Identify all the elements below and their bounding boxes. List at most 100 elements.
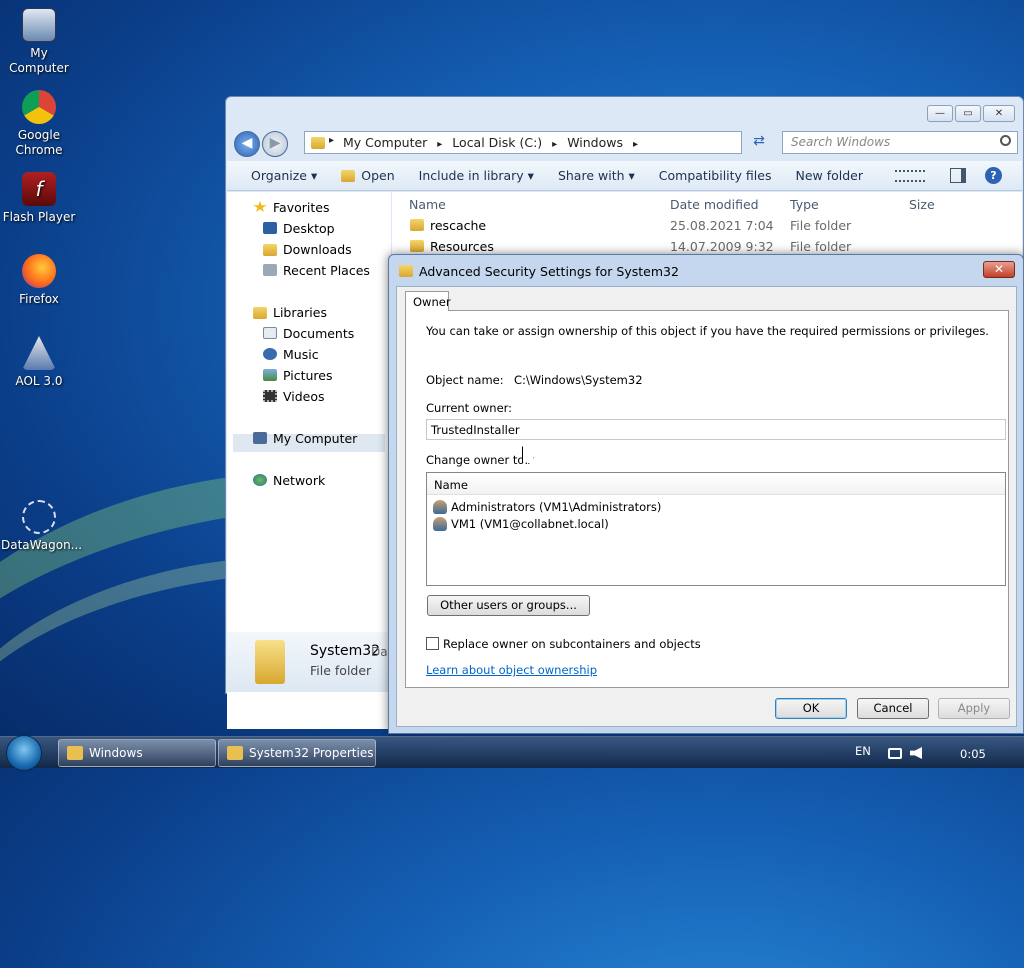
current-owner-value: TrustedInstaller (431, 423, 520, 437)
cancel-button[interactable]: Cancel (857, 698, 929, 719)
open-button[interactable]: Open (329, 168, 406, 183)
column-header-date[interactable]: Date modified (670, 197, 759, 212)
address-bar[interactable]: ▸ My Computer ▸ Local Disk (C:) ▸ Window… (304, 131, 742, 154)
group-icon (433, 500, 447, 514)
desktop-icon-aol[interactable]: AOL 3.0 (1, 336, 77, 389)
nav-label: Music (283, 347, 319, 362)
recent-places-icon (263, 264, 277, 276)
details-type: File folder (310, 663, 372, 678)
learn-ownership-link[interactable]: Learn about object ownership (426, 663, 597, 677)
refresh-button[interactable]: ⇄ (746, 133, 772, 153)
organize-button[interactable]: Organize ▾ (227, 168, 329, 183)
address-sep-icon: ▸ (632, 139, 639, 150)
change-owner-label: Change owner to: (426, 453, 529, 467)
computer-icon (22, 8, 56, 42)
desktop-icon (263, 222, 277, 234)
desktop-icon-label: AOL 3.0 (15, 374, 63, 388)
nav-recent-places[interactable]: Recent Places (263, 263, 370, 278)
nav-pictures[interactable]: Pictures (263, 368, 333, 383)
column-header-size[interactable]: Size (909, 197, 935, 212)
desktop-icon-label: Firefox (19, 292, 59, 306)
search-icon (1000, 135, 1011, 146)
view-options-icon[interactable] (895, 170, 925, 182)
nav-network[interactable]: Network (253, 473, 325, 488)
close-button[interactable]: ✕ (983, 105, 1015, 122)
other-users-button[interactable]: Other users or groups... (427, 595, 590, 616)
nav-label: Desktop (283, 221, 335, 236)
minimize-button[interactable]: — (927, 105, 953, 122)
breadcrumb-local-disk[interactable]: Local Disk (C:) (452, 135, 542, 150)
list-item-vm1[interactable]: VM1 (VM1@collabnet.local) (433, 517, 609, 531)
details-name: System32 (310, 643, 381, 659)
breadcrumb-windows[interactable]: Windows (567, 135, 623, 150)
current-owner-field: TrustedInstaller (426, 419, 1006, 440)
list-header-name[interactable]: Name (427, 473, 1005, 495)
nav-videos[interactable]: Videos (263, 389, 325, 404)
language-indicator[interactable]: EN (855, 744, 871, 758)
nav-downloads[interactable]: Downloads (263, 242, 352, 257)
aol-shortcut-icon (22, 336, 56, 370)
network-tray-icon[interactable] (888, 748, 902, 759)
desktop-icon-google-chrome[interactable]: Google Chrome (1, 90, 77, 158)
desktop-icon-label: My Computer (9, 46, 69, 75)
current-owner-label: Current owner: (426, 401, 513, 415)
share-with-button[interactable]: Share with ▾ (546, 168, 647, 183)
file-type: File folder (790, 218, 852, 233)
nav-documents[interactable]: Documents (263, 326, 354, 341)
preview-pane-icon[interactable] (950, 168, 966, 183)
search-input[interactable]: Search Windows (782, 131, 1018, 154)
desktop-icon-flash-player[interactable]: f Flash Player (1, 172, 77, 225)
desktop-icon-firefox[interactable]: Firefox (1, 254, 77, 307)
file-name: rescache (430, 218, 487, 233)
taskbar-item-system32-properties[interactable]: System32 Properties (218, 739, 376, 767)
nav-label: Libraries (273, 305, 327, 320)
apply-button[interactable]: Apply (938, 698, 1010, 719)
volume-tray-icon[interactable] (910, 747, 922, 759)
videos-icon (263, 390, 277, 402)
caption-buttons: — ▭ ✕ (927, 105, 1015, 122)
clock[interactable]: 0:05 (960, 747, 986, 761)
nav-label: Videos (283, 389, 325, 404)
file-row[interactable]: rescache 25.08.2021 7:04 File folder (410, 218, 990, 236)
desktop-icon-datawagon[interactable]: DataWagon... (1, 500, 82, 553)
address-sep-icon: ▸ (329, 135, 335, 146)
forward-button[interactable]: ▶ (262, 131, 288, 157)
nav-label: Documents (283, 326, 355, 341)
nav-my-computer[interactable]: My Computer (253, 431, 357, 446)
folder-icon (227, 746, 243, 760)
file-type: File folder (790, 239, 852, 254)
replace-owner-label: Replace owner on subcontainers and objec… (443, 637, 701, 651)
command-bar: Organize ▾ Open Include in library ▾ Sha… (227, 161, 1022, 191)
start-button[interactable] (6, 735, 42, 771)
replace-owner-checkbox[interactable] (426, 637, 439, 650)
pictures-icon (263, 369, 277, 381)
help-icon[interactable]: ? (985, 167, 1002, 184)
nav-libraries[interactable]: Libraries (253, 305, 327, 320)
nav-label: Network (273, 473, 326, 488)
folder-icon (311, 137, 325, 149)
dialog-close-button[interactable]: ✕ (983, 261, 1015, 278)
breadcrumb-my-computer[interactable]: My Computer (343, 135, 427, 150)
column-header-type[interactable]: Type (790, 197, 819, 212)
dialog-title: Advanced Security Settings for System32 (419, 264, 679, 279)
compatibility-files-button[interactable]: Compatibility files (647, 168, 784, 183)
dialog-body: You can take or assign ownership of this… (396, 286, 1017, 727)
desktop-icon-my-computer[interactable]: My Computer (1, 8, 77, 76)
list-item-administrators[interactable]: Administrators (VM1\Administrators) (433, 500, 661, 514)
ok-button[interactable]: OK (775, 698, 847, 719)
taskbar-item-windows[interactable]: Windows (58, 739, 216, 767)
nav-desktop[interactable]: Desktop (263, 221, 335, 236)
nav-favorites[interactable]: Favorites (253, 200, 329, 215)
maximize-button[interactable]: ▭ (955, 105, 981, 122)
include-in-library-button[interactable]: Include in library ▾ (407, 168, 546, 183)
nav-label: My Computer (273, 431, 358, 446)
nav-music[interactable]: Music (263, 347, 319, 362)
tab-owner[interactable]: Owner (405, 291, 451, 311)
address-sep-icon: ▸ (437, 139, 443, 150)
object-name-label: Object name: (426, 373, 504, 387)
task-label: Windows (89, 746, 143, 760)
new-folder-button[interactable]: New folder (783, 168, 875, 183)
back-button[interactable]: ◀ (234, 131, 260, 157)
owner-listbox[interactable]: Name Administrators (VM1\Administrators)… (426, 472, 1006, 586)
column-header-name[interactable]: Name (409, 197, 446, 212)
